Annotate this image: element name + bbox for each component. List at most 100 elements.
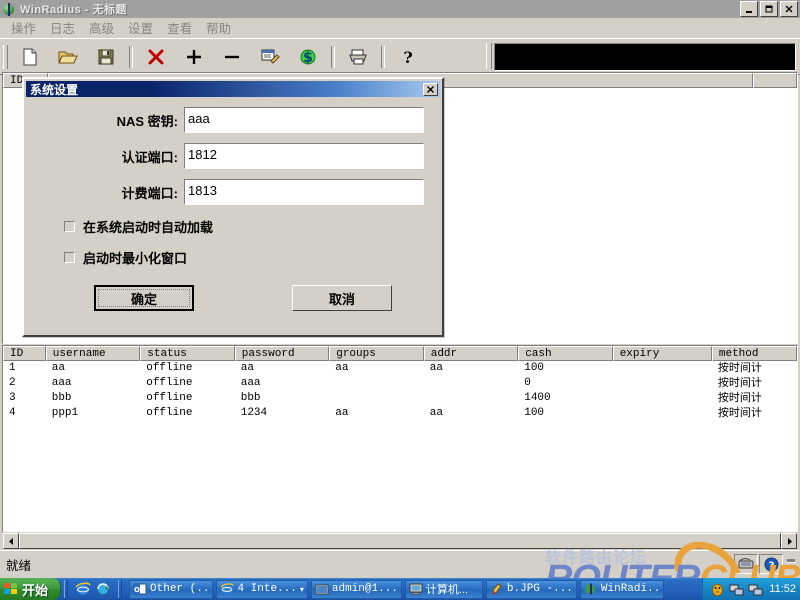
ql-ie[interactable] <box>75 581 91 597</box>
close-button[interactable] <box>780 1 798 17</box>
task-admin[interactable]: admin@1... <box>310 579 402 599</box>
nas-secret-input[interactable]: aaa <box>184 107 424 133</box>
cell-cash: 100 <box>524 362 545 374</box>
tray-qq[interactable] <box>710 582 725 597</box>
accounting-port-label: 计费端口: <box>121 185 178 201</box>
cell-username: ppp1 <box>51 407 79 419</box>
cell-groups <box>329 376 424 391</box>
menu-operations[interactable]: 操作 <box>4 16 43 39</box>
scroll-right-button[interactable] <box>781 533 797 549</box>
maximize-button[interactable] <box>760 1 778 17</box>
menu-log[interactable]: 日志 <box>43 16 82 39</box>
open-button[interactable] <box>49 43 87 71</box>
cell-method: 按时间计 <box>717 377 762 389</box>
cell-expiry <box>613 376 712 391</box>
chevron-down-icon[interactable]: ▾ <box>300 585 304 594</box>
cell-method: 按时间计 <box>717 407 762 419</box>
col-groups[interactable]: groups <box>329 346 424 361</box>
taskbar-clock[interactable]: 11:52 <box>769 583 796 595</box>
ql-refresh[interactable] <box>95 581 111 597</box>
log-col-blank-2[interactable] <box>753 73 797 88</box>
tray-network[interactable] <box>729 582 744 597</box>
col-addr[interactable]: addr <box>423 346 519 361</box>
col-username[interactable]: username <box>45 346 141 361</box>
user-table-pane[interactable]: ID username status password groups addr … <box>2 345 798 533</box>
scrollbar-track[interactable] <box>19 533 781 549</box>
auth-port-input[interactable]: 1812 <box>184 143 424 169</box>
cell-id: 4 <box>9 407 16 419</box>
new-document-icon <box>23 48 37 65</box>
print-button[interactable] <box>339 43 377 71</box>
toolbar-combo-grip[interactable] <box>486 43 492 69</box>
cell-cash: 1400 <box>524 392 551 404</box>
help-button[interactable]: ? <box>389 43 427 71</box>
cancel-button[interactable]: 取消 <box>292 285 392 311</box>
system-tray: 11:52 <box>702 578 800 600</box>
internet-explorer-icon <box>220 582 235 596</box>
nas-secret-label: NAS 密钥: <box>116 113 178 129</box>
col-status[interactable]: status <box>140 346 235 361</box>
cell-id: 2 <box>9 377 16 389</box>
task-computer-label: 计算机... <box>425 584 469 596</box>
menubar: 操作 日志 高级 设置 查看 帮助 <box>0 18 800 38</box>
cell-password: bbb <box>240 392 261 404</box>
horizontal-scrollbar[interactable] <box>2 532 798 550</box>
toolbar-separator-3 <box>381 45 385 68</box>
table-row[interactable]: 2 aaa offline aaa 0 按时间计 <box>3 376 797 391</box>
watermark-logo-part2: CLUB <box>699 558 800 578</box>
cell-status: offline <box>146 392 193 404</box>
dialog-close-button[interactable] <box>423 82 438 96</box>
scrollbar-thumb[interactable] <box>19 533 781 549</box>
start-button[interactable]: 开始 <box>0 578 62 600</box>
col-cash[interactable]: cash <box>518 346 613 361</box>
minimize-button[interactable] <box>740 1 758 17</box>
col-method[interactable]: method <box>711 346 797 361</box>
dialog-titlebar[interactable]: 系统设置 <box>26 81 440 97</box>
toolbar-grip[interactable] <box>3 44 8 69</box>
autostart-checkbox[interactable] <box>64 221 75 232</box>
menu-view[interactable]: 查看 <box>160 16 199 39</box>
checkbox-row-autostart[interactable]: 在系统启动时自动加载 <box>24 217 442 236</box>
accounting-port-input[interactable]: 1813 <box>184 179 424 205</box>
task-other[interactable]: O Other (.. <box>129 579 214 599</box>
task-ie-group[interactable]: 4 Inte... ▾ <box>216 579 308 599</box>
col-id[interactable]: ID <box>3 346 46 361</box>
task-bjpg[interactable]: b.JPG -... <box>485 579 577 599</box>
new-button[interactable] <box>11 43 49 71</box>
task-winradius[interactable]: WinRadi.. <box>579 579 665 599</box>
system-settings-dialog: 系统设置 NAS 密钥: aaa 认证端口: 1812 计费端口: 1813 在… <box>22 77 444 337</box>
table-row[interactable]: 1 aa offline aa aa aa 100 按时间计 <box>3 361 797 376</box>
taskbar-separator-1 <box>64 580 69 598</box>
start-minimized-checkbox[interactable] <box>64 252 75 263</box>
col-password[interactable]: password <box>234 346 330 361</box>
taskbar-tasks: O Other (.. 4 Inte... ▾ admin@1... 计算机..… <box>125 579 702 599</box>
menu-help[interactable]: 帮助 <box>199 16 238 39</box>
toolbar-combo-field[interactable] <box>494 43 796 71</box>
ok-button[interactable]: 确定 <box>94 285 194 311</box>
account-button[interactable]: $ <box>289 43 327 71</box>
taskbar: 开始 O Other (.. 4 Inte... ▾ admin@1... 计算… <box>0 578 800 600</box>
task-computer[interactable]: 计算机... <box>404 579 483 599</box>
user-table-body: 1 aa offline aa aa aa 100 按时间计 2 aaa off… <box>3 361 797 421</box>
menu-advanced[interactable]: 高级 <box>82 16 121 39</box>
remove-button[interactable] <box>213 43 251 71</box>
menu-settings[interactable]: 设置 <box>121 16 160 39</box>
checkbox-row-start-minimized[interactable]: 启动时最小化窗口 <box>24 248 442 267</box>
cell-addr: aa <box>429 362 443 374</box>
cell-method: 按时间计 <box>717 362 762 374</box>
edit-button[interactable] <box>251 43 289 71</box>
save-disk-icon <box>98 49 114 64</box>
qq-penguin-icon <box>712 583 724 596</box>
tray-network-2[interactable] <box>748 582 763 597</box>
save-button[interactable] <box>87 43 125 71</box>
add-button[interactable] <box>175 43 213 71</box>
delete-button[interactable] <box>137 43 175 71</box>
task-admin-label: admin@1... <box>331 583 398 595</box>
taskbar-separator-2 <box>118 580 123 598</box>
col-expiry[interactable]: expiry <box>612 346 712 361</box>
cell-addr <box>424 376 519 391</box>
table-row[interactable]: 4 ppp1 offline 1234 aa aa 100 按时间计 <box>3 406 797 421</box>
scroll-left-button[interactable] <box>3 533 19 549</box>
table-row[interactable]: 3 bbb offline bbb 1400 按时间计 <box>3 391 797 406</box>
start-button-label: 开始 <box>22 582 49 598</box>
